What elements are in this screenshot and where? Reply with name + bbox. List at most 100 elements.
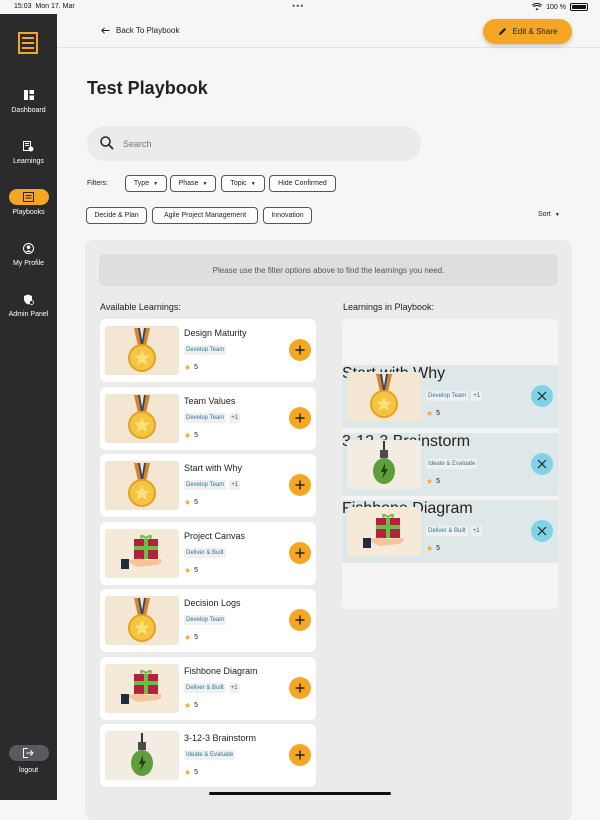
learning-thumbnail [105,326,179,375]
learnings-panel: Please use the filter options above to f… [85,240,572,820]
caret-down-icon: ▼ [554,211,560,218]
edit-share-button[interactable]: Edit & Share [483,19,572,44]
remove-from-playbook-button[interactable] [531,520,553,542]
caret-down-icon: ▼ [250,180,256,187]
search-input[interactable] [123,134,403,154]
learning-card-fishbone-diagram[interactable]: Fishbone Diagram Deliver & Built +1 ★ 5 [100,656,316,720]
add-to-playbook-button[interactable] [289,676,311,699]
hide-confirmed-toggle[interactable]: Hide Confirmed [269,175,336,192]
sidebar-item-playbooks[interactable]: Playbooks [0,189,57,216]
learning-card-design-maturity[interactable]: Design Maturity Develop Team ★ 5 [100,319,316,382]
filter-chip-decide-plan[interactable]: Decide & Plan [86,207,147,224]
back-label: Back To Playbook [116,26,180,35]
learning-title: Start with Why [184,463,243,473]
logout-button[interactable]: logout [0,745,57,774]
plus-icon [295,413,305,422]
available-learnings-title: Available Learnings: [100,302,181,312]
learning-title: Fishbone Diagram [184,665,258,676]
playbooks-icon [23,192,34,202]
learning-rating: ★ 5 [184,565,199,575]
playbook-card-start-with-why[interactable]: Start with Why Develop Team+1 ★5 [342,365,558,428]
star-icon: ★ [184,633,192,642]
sidebar-item-my-profile[interactable]: My Profile [0,240,57,267]
main-content: Back To Playbook Edit & Share Test Playb… [57,14,600,820]
tag-more-count: +1 [229,480,241,490]
playbook-card-fishbone-diagram[interactable]: Fishbone Diagram Deliver & Built+1 ★5 [342,500,558,563]
phase-tag: Develop Team [426,391,469,401]
medal-icon [128,597,156,642]
add-to-playbook-button[interactable] [289,744,311,766]
learning-card-team-values[interactable]: Team Values Develop Team +1 ★ 5 [100,386,316,450]
plus-icon [295,345,305,355]
lightbulb-icon [131,732,153,776]
status-bar: 15:03 Mon 17. Mar ••• 100 % [0,0,600,14]
sidebar-item-label: Playbooks [12,209,45,216]
phase-tag: Ideate & Evaluate [426,458,478,469]
phase-tag: Deliver & Built [426,526,468,536]
learning-tags: Develop Team [184,345,227,355]
phase-tag: Ideate & Evaluate [184,750,236,760]
dashboard-icon [23,90,34,100]
star-icon: ★ [184,498,192,507]
learning-thumbnail [105,663,179,713]
phase-tag: Develop Team [184,615,227,625]
learning-rating: ★ 5 [426,409,441,418]
sidebar-item-label: My Profile [12,260,45,267]
learning-title: 3-12-3 Brainstorm [184,733,257,743]
app-logo-icon[interactable] [18,32,38,54]
learning-thumbnail [347,507,421,556]
learning-card-start-with-why[interactable]: Start with Why Develop Team +1 ★ 5 [100,454,316,517]
sidebar-item-dashboard[interactable]: Dashboard [0,87,57,114]
page-title: Test Playbook [87,78,208,98]
add-to-playbook-button[interactable] [289,541,311,564]
gift-hand-icon [121,670,162,704]
sidebar-item-learnings[interactable]: Learnings [0,138,57,165]
sidebar-item-label: Learnings [13,158,44,165]
filter-chip-agile-project-management[interactable]: Agile Project Management [152,207,258,224]
plus-icon [295,683,305,692]
star-icon: ★ [184,430,192,440]
plus-icon [295,615,305,625]
add-to-playbook-button[interactable] [289,406,311,429]
medal-icon [370,373,398,418]
close-icon [537,526,547,536]
add-to-playbook-button[interactable] [289,474,311,496]
star-icon: ★ [184,700,192,710]
learning-rating: ★ 5 [426,476,441,486]
plus-icon [295,750,305,760]
remove-from-playbook-button[interactable] [531,385,553,407]
learning-tags: Develop Team [184,615,227,625]
filter-type-dropdown[interactable]: Type ▼ [125,175,167,192]
filter-topic-dropdown[interactable]: Topic ▼ [221,175,265,192]
phase-tag: Develop Team [184,345,227,355]
learning-card-decision-logs[interactable]: Decision Logs Develop Team ★ 5 [100,589,316,652]
sidebar-item-label: Dashboard [11,107,46,114]
sort-dropdown[interactable]: Sort ▼ [538,211,560,218]
learning-card-project-canvas[interactable]: Project Canvas Deliver & Built ★ 5 [100,521,316,585]
learning-tags: Deliver & Built +1 [426,526,482,536]
add-to-playbook-button[interactable] [289,609,311,631]
battery-icon [570,3,588,11]
learning-thumbnail [347,439,421,489]
medal-icon [128,462,156,507]
sidebar-item-admin-panel[interactable]: Admin Panel [0,291,57,318]
filter-phase-dropdown[interactable]: Phase ▼ [170,175,216,192]
search-icon [100,136,114,150]
medal-icon [128,395,156,439]
admin-shield-icon [24,294,34,305]
filter-chip-innovation[interactable]: Innovation [263,207,312,224]
star-icon: ★ [426,409,434,418]
learning-thumbnail [105,596,179,645]
learnings-icon [23,140,34,151]
learning-rating: ★ 5 [184,363,199,372]
search-bar[interactable] [87,126,421,161]
tag-more-count: +1 [471,391,483,401]
learning-card-3-12-3-brainstorm[interactable]: 3-12-3 Brainstorm Ideate & Evaluate ★ 5 [100,724,316,787]
playbook-card-3-12-3-brainstorm[interactable]: 3-12-3 Brainstorm Ideate & Evaluate ★5 [342,432,558,496]
add-to-playbook-button[interactable] [289,339,311,361]
lightbulb-icon [373,441,395,484]
back-to-playbook-link[interactable]: Back To Playbook [101,26,179,35]
learning-tags: Develop Team +1 [184,412,241,423]
remove-from-playbook-button[interactable] [531,452,553,475]
tag-more-count: +1 [470,526,482,536]
